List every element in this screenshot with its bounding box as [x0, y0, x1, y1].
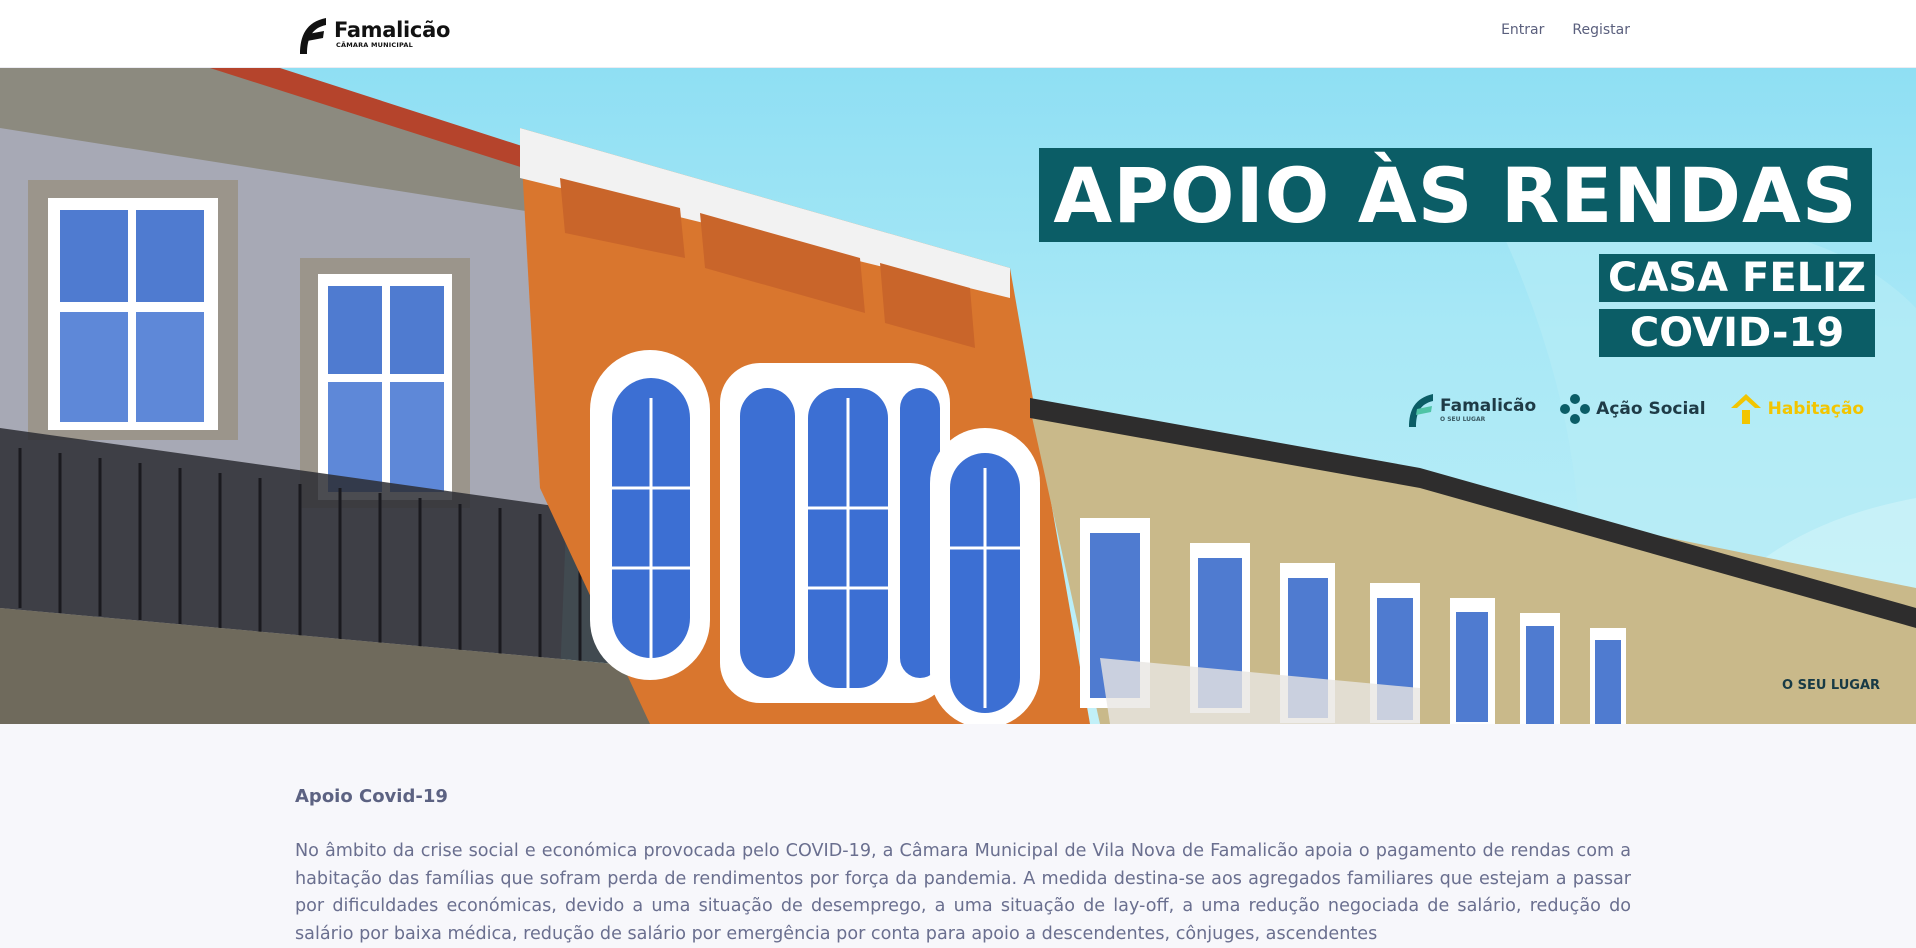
famalicao-logo[interactable]: Famalicão CÂMARA MUNICIPAL [296, 12, 450, 56]
partner-habitacao: Habitação [1730, 392, 1865, 426]
section-title: Apoio Covid-19 [295, 786, 448, 807]
banner-subtitle-1-text: CASA FELIZ [1607, 255, 1867, 301]
hero-banner: APOIO ÀS RENDAS CASA FELIZ COVID-19 Fama… [0, 68, 1916, 724]
banner-subtitle-1: CASA FELIZ [1599, 254, 1875, 302]
register-link[interactable]: Registar [1572, 22, 1630, 38]
banner-title: APOIO ÀS RENDAS [1039, 148, 1872, 242]
habitacao-house-icon [1730, 394, 1761, 424]
partner-logos: Famalicão O SEU LUGAR Ação Social Habita… [1406, 390, 1888, 428]
header-nav: Entrar Registar [1501, 22, 1630, 38]
partner-habitacao-name: Habitação [1767, 399, 1865, 419]
logo-text: Famalicão CÂMARA MUNICIPAL [334, 19, 450, 49]
logo-subtitle: CÂMARA MUNICIPAL [336, 41, 413, 49]
banner-title-text: APOIO ÀS RENDAS [1053, 150, 1858, 240]
partner-famalicao-name: Famalicão [1440, 395, 1537, 416]
login-link[interactable]: Entrar [1501, 22, 1544, 38]
partner-famalicao-sub: O SEU LUGAR [1440, 415, 1486, 423]
banner-subtitle-2: COVID-19 [1599, 309, 1875, 357]
famalicao-f-icon [300, 18, 326, 54]
partner-famalicao: Famalicão O SEU LUGAR [1406, 390, 1536, 428]
section-paragraph: No âmbito da crise social e económica pr… [295, 841, 1631, 944]
famalicao-logo-icon [1409, 394, 1433, 427]
banner-subtitle-2-text: COVID-19 [1629, 310, 1845, 356]
acao-social-icon [1560, 394, 1591, 424]
hero-tagline: O SEU LUGAR [1782, 678, 1881, 693]
partner-acao-social-name: Ação Social [1596, 399, 1706, 419]
partner-acao-social: Ação Social [1560, 394, 1706, 424]
site-header: Famalicão CÂMARA MUNICIPAL Entrar Regist… [0, 0, 1916, 68]
logo-name: Famalicão [334, 18, 451, 42]
